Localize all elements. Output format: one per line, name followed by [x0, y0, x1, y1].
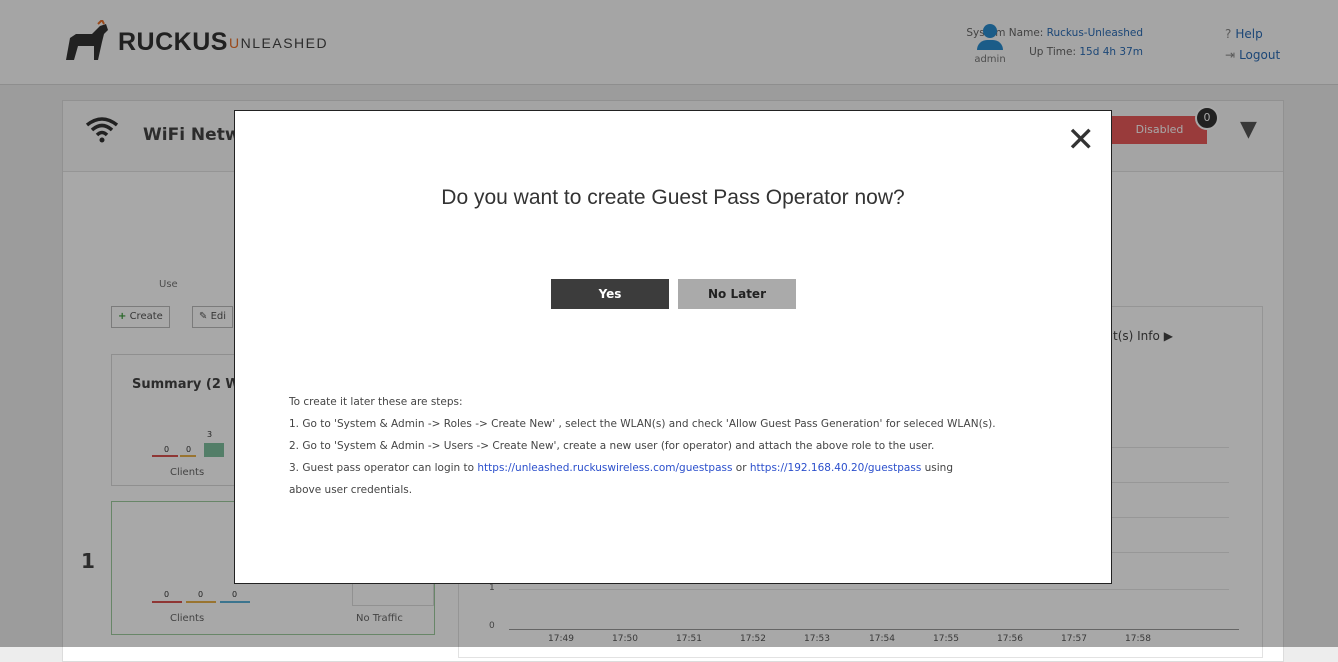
dialog-title: Do you want to create Guest Pass Operato…: [441, 186, 905, 209]
no-later-button[interactable]: No Later: [678, 279, 796, 309]
guestpass-url-link[interactable]: https://unleashed.ruckuswireless.com/gue…: [477, 462, 732, 474]
yes-button[interactable]: Yes: [551, 279, 669, 309]
step3-or: or: [732, 462, 750, 474]
instructions: To create it later these are steps: 1. G…: [289, 391, 1089, 501]
step3-prefix: 3. Guest pass operator can login to: [289, 462, 478, 474]
instruction-step-1: 1. Go to 'System & Admin -> Roles -> Cre…: [289, 418, 996, 430]
instruction-step-2: 2. Go to 'System & Admin -> Users -> Cre…: [289, 440, 935, 452]
step3-suffix: using: [921, 462, 953, 474]
instruction-step-3-cont: above user credentials.: [289, 484, 413, 496]
instruction-step-3: 3. Guest pass operator can login to http…: [289, 457, 1089, 479]
guest-pass-operator-dialog: ✕ Do you want to create Guest Pass Opera…: [234, 110, 1112, 584]
instructions-intro: To create it later these are steps:: [289, 396, 463, 408]
guestpass-ip-link[interactable]: https://192.168.40.20/guestpass: [750, 462, 921, 474]
close-icon[interactable]: ✕: [1067, 123, 1096, 157]
